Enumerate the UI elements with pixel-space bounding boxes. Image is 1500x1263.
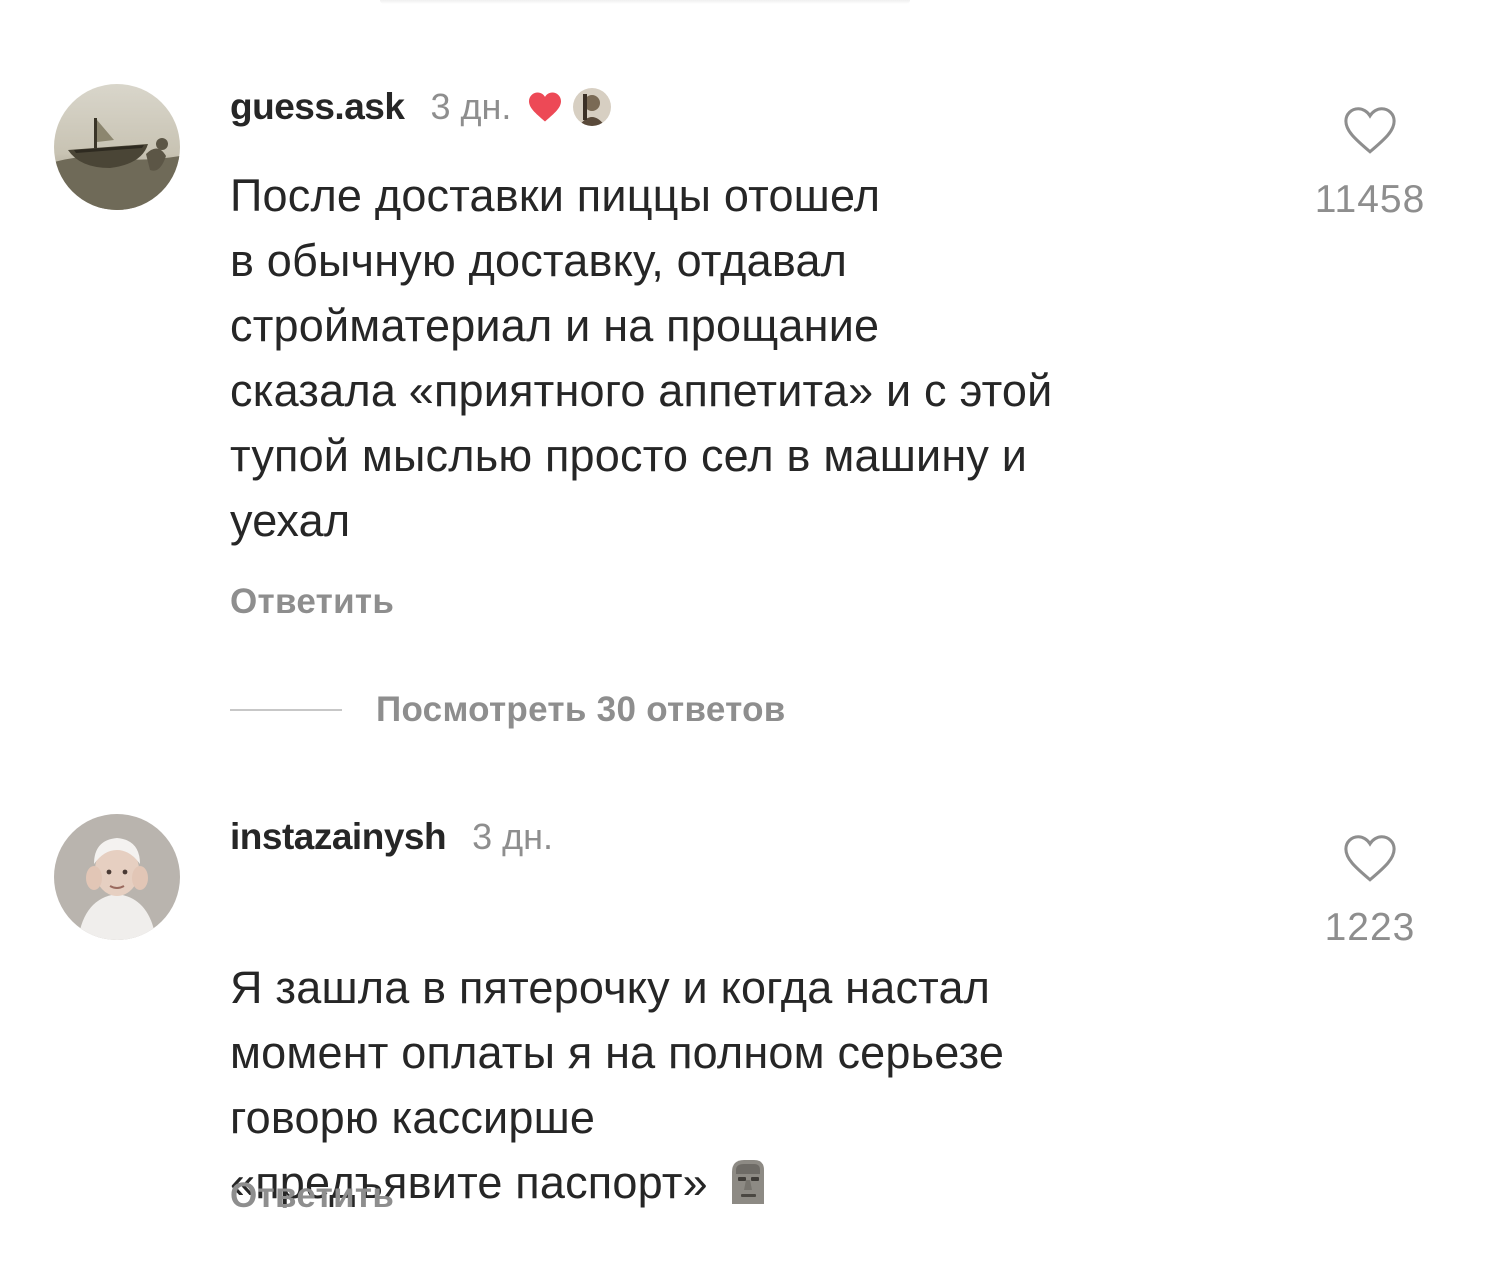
username[interactable]: guess.ask <box>230 86 405 128</box>
comment-header: instazainysh 3 дн. <box>230 814 553 860</box>
moai-emoji-icon <box>724 1156 770 1223</box>
boat-photo-avatar-icon <box>54 84 180 210</box>
view-replies-button[interactable]: Посмотреть 30 ответов <box>230 688 786 732</box>
comment-text-content: Я зашла в пятерочку и когда настал момен… <box>230 962 1005 1208</box>
heart-outline-icon[interactable] <box>1341 832 1399 884</box>
previous-content-fragment <box>380 0 910 4</box>
like-count: 1223 <box>1324 906 1416 949</box>
red-heart-icon <box>529 92 562 122</box>
reply-button[interactable]: Ответить <box>230 1176 394 1216</box>
heart-outline-icon[interactable] <box>1341 104 1399 156</box>
timestamp: 3 дн. <box>472 816 553 857</box>
reply-button[interactable]: Ответить <box>230 582 394 622</box>
liked-by-author-badge <box>527 88 612 126</box>
replies-divider <box>230 709 342 711</box>
view-replies-label: Посмотреть 30 ответов <box>376 690 786 729</box>
username[interactable]: instazainysh <box>230 816 447 858</box>
comment-text: Я зашла в пятерочку и когда настал момен… <box>230 890 1270 1223</box>
like-count: 11458 <box>1314 178 1426 221</box>
timestamp: 3 дн. <box>430 86 512 127</box>
like-control: 1223 <box>1290 832 1450 950</box>
person-photo-avatar-icon <box>54 814 180 940</box>
comment-header: guess.ask 3 дн. <box>230 84 612 130</box>
author-avatar-icon <box>573 88 612 126</box>
comment-text: После доставки пиццы отошел в обычную до… <box>230 170 1053 546</box>
avatar[interactable] <box>54 814 180 940</box>
like-control: 11458 <box>1290 104 1450 222</box>
avatar[interactable] <box>54 84 180 210</box>
author-avatar <box>573 88 612 126</box>
